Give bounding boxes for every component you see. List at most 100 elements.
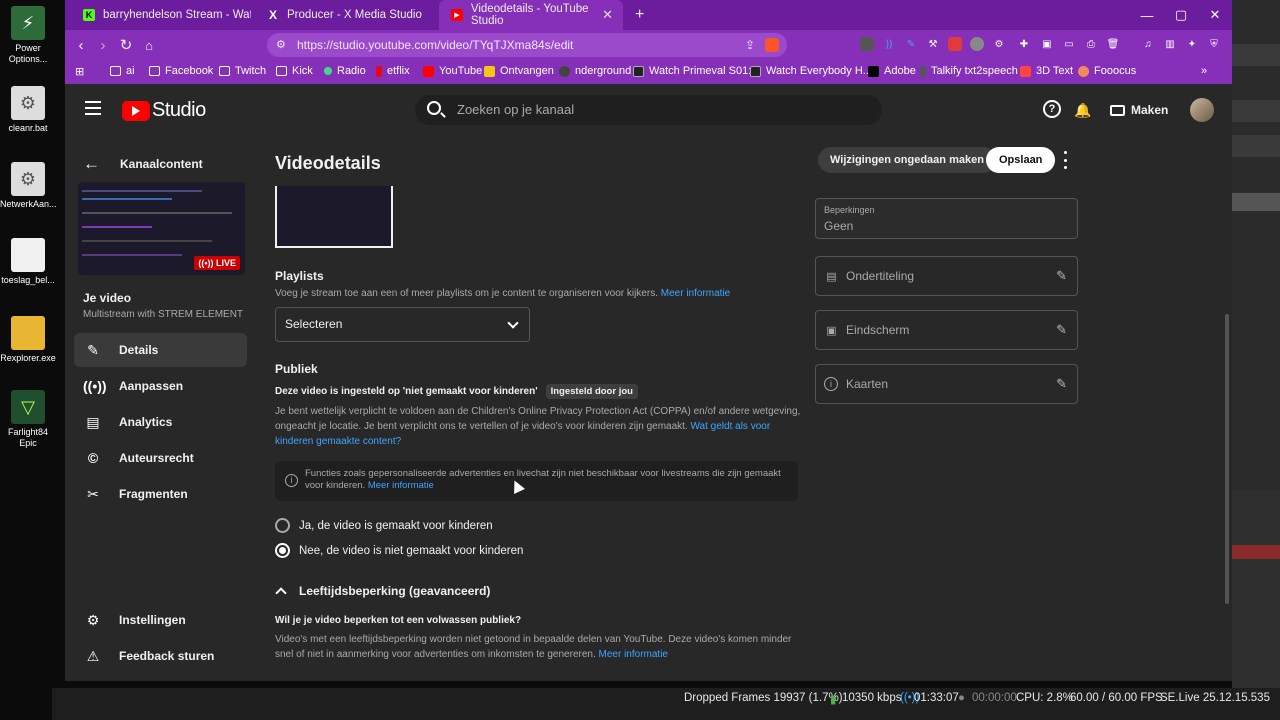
background-window-strip bbox=[1232, 193, 1280, 211]
share-icon[interactable]: ⇪ bbox=[745, 33, 755, 57]
undo-changes-button[interactable]: Wijzigingen ongedaan maken bbox=[818, 147, 996, 173]
bookmark-everybody[interactable]: Watch Everybody H... bbox=[750, 65, 872, 77]
studio-logo[interactable]: Studio bbox=[122, 99, 206, 122]
bookmark-netflix[interactable]: etflix bbox=[376, 65, 410, 77]
avatar[interactable] bbox=[1190, 98, 1214, 122]
sidebar-item-feedback[interactable]: ⚠ Feedback sturen bbox=[74, 639, 247, 673]
notice-learn-more-link[interactable]: Meer informatie bbox=[368, 480, 434, 491]
bookmark-facebook[interactable]: Facebook bbox=[149, 65, 213, 77]
shield-icon[interactable]: ⛨ bbox=[1207, 37, 1221, 51]
puzzle-icon[interactable]: ✚ bbox=[1017, 37, 1031, 51]
desktop-icon-power-options[interactable]: ⚡ Power Options... bbox=[0, 6, 56, 65]
extension-icon[interactable]: ✎ bbox=[904, 37, 918, 51]
radio-made-for-kids-yes[interactable]: Ja, de video is gemaakt voor kinderen bbox=[275, 518, 493, 533]
music-icon[interactable]: ♫ bbox=[1141, 37, 1155, 51]
bookmark-fooocus[interactable]: Fooocus bbox=[1078, 65, 1136, 77]
menu-icon[interactable] bbox=[85, 101, 101, 115]
farlight-icon: ▽ bbox=[11, 390, 45, 424]
screenshot-icon[interactable]: ▣ bbox=[1040, 37, 1054, 51]
sidebar-item-clips[interactable]: ✂ Fragmenten bbox=[74, 477, 247, 511]
delete-icon[interactable]: 🗑 bbox=[1106, 37, 1120, 51]
extension-icon[interactable] bbox=[948, 37, 962, 51]
subtitles-field[interactable]: ▤ Ondertiteling ✎ bbox=[815, 256, 1078, 296]
age-learn-more-link[interactable]: Meer informatie bbox=[599, 649, 668, 660]
site-settings-icon[interactable]: ⚙ bbox=[276, 33, 286, 57]
reload-icon[interactable]: ↻ bbox=[116, 35, 136, 55]
3d-text-icon bbox=[1020, 65, 1031, 77]
bookmark-ai[interactable]: ai bbox=[110, 65, 135, 77]
pencil-icon[interactable]: ✎ bbox=[1056, 322, 1067, 338]
audience-heading: Publiek bbox=[275, 362, 318, 376]
forward-icon[interactable]: › bbox=[93, 35, 113, 55]
extension-icon[interactable]: )) bbox=[882, 37, 896, 51]
scrollbar[interactable] bbox=[1225, 314, 1229, 604]
sidebar-item-analytics[interactable]: ▤ Analytics bbox=[74, 405, 247, 439]
close-button[interactable]: ✕ bbox=[1198, 0, 1232, 30]
sidebar-item-customize[interactable]: ((•)) Aanpassen bbox=[74, 369, 247, 403]
ai-icon[interactable]: ✦ bbox=[1185, 37, 1199, 51]
brave-shield-icon[interactable] bbox=[765, 38, 779, 52]
bookmark-youtube[interactable]: YouTube bbox=[423, 65, 482, 77]
tab-groups-icon[interactable]: ▭ bbox=[1062, 37, 1076, 51]
restrictions-field[interactable]: Beperkingen Geen bbox=[815, 198, 1078, 239]
more-options-icon[interactable] bbox=[1059, 151, 1071, 169]
age-restriction-toggle[interactable]: Leeftijdsbeperking (geavanceerd) bbox=[275, 584, 490, 599]
new-tab-button[interactable]: + bbox=[623, 0, 653, 30]
back-icon[interactable]: ‹ bbox=[71, 35, 91, 55]
bookmark-primeval[interactable]: Watch Primeval S01:... bbox=[633, 65, 760, 77]
create-button[interactable]: Maken bbox=[1110, 98, 1168, 122]
radio-made-for-kids-no[interactable]: Nee, de video is niet gemaakt voor kinde… bbox=[275, 543, 523, 558]
help-icon[interactable]: ? bbox=[1043, 100, 1061, 118]
bookmark-kick[interactable]: Kick bbox=[276, 65, 313, 77]
desktop-icon-farlight[interactable]: ▽ Farlight84 Epic bbox=[0, 390, 56, 449]
more-bookmarks-icon[interactable]: » bbox=[1201, 65, 1207, 77]
kick-icon: K bbox=[83, 9, 95, 21]
bookmark-ontvangen[interactable]: Ontvangen bbox=[484, 65, 554, 77]
sidebar-item-copyright[interactable]: © Auteursrecht bbox=[74, 441, 247, 475]
extension-icon[interactable] bbox=[860, 37, 874, 51]
bookmark-talkify[interactable]: Talkify txt2speech bbox=[920, 65, 1018, 77]
desktop-icon-cleanr[interactable]: ⚙ cleanr.bat bbox=[0, 86, 56, 134]
adobe-icon bbox=[868, 65, 879, 77]
playlist-select[interactable]: Selecteren bbox=[275, 307, 530, 342]
bookmark-3d-text[interactable]: 3D Text bbox=[1020, 65, 1073, 77]
address-bar[interactable]: ⚙ https://studio.youtube.com/video/TYqTJ… bbox=[267, 33, 787, 57]
apps-icon[interactable]: ⊞ bbox=[75, 65, 84, 78]
endscreen-field[interactable]: ▣ Eindscherm ✎ bbox=[815, 310, 1078, 350]
bookmark-label: Radio bbox=[337, 65, 366, 77]
sidebar-item-settings[interactable]: ⚙ Instellingen bbox=[74, 603, 247, 637]
desktop-icon-toeslag[interactable]: toeslag_bel... bbox=[0, 238, 56, 286]
close-tab-icon[interactable]: ✕ bbox=[602, 7, 613, 23]
bell-icon[interactable]: 🔔 bbox=[1073, 100, 1093, 120]
menu-icon[interactable]: ≡ bbox=[1229, 37, 1232, 51]
tab-kick[interactable]: K barryhendelson Stream - Watch Live bbox=[71, 0, 253, 30]
pencil-icon[interactable]: ✎ bbox=[1056, 268, 1067, 284]
extension-icon[interactable] bbox=[970, 37, 984, 51]
extension-icon[interactable]: ⚒ bbox=[926, 37, 940, 51]
folder-icon bbox=[276, 66, 287, 76]
bookmark-adobe[interactable]: Adobe bbox=[868, 65, 916, 77]
bookmark-underground[interactable]: nderground bbox=[559, 65, 631, 77]
back-to-channel-content[interactable]: ← Kanaalcontent bbox=[83, 154, 203, 174]
search-input[interactable]: Zoeken op je kanaal bbox=[415, 95, 882, 125]
tab-videodetails[interactable]: ▶ Videodetails - YouTube Studio ✕ bbox=[439, 0, 623, 30]
print-icon[interactable]: ⎙ bbox=[1084, 37, 1098, 51]
home-icon[interactable]: ⌂ bbox=[139, 35, 159, 55]
video-thumbnail[interactable]: ((•)) LIVE bbox=[78, 182, 245, 275]
desktop-icon-netwerk[interactable]: ⚙ NetwerkAan... bbox=[0, 162, 57, 210]
pencil-icon[interactable]: ✎ bbox=[1056, 376, 1067, 392]
maximize-button[interactable]: ▢ bbox=[1164, 0, 1198, 30]
minimize-button[interactable]: — bbox=[1130, 0, 1164, 30]
tab-x-media[interactable]: X Producer - X Media Studio bbox=[255, 0, 435, 30]
bookmark-twitch[interactable]: Twitch bbox=[219, 65, 266, 77]
thumbnail-preview[interactable] bbox=[275, 186, 393, 248]
sidebar-item-details[interactable]: ✎ Details bbox=[74, 333, 247, 367]
cards-field[interactable]: i Kaarten ✎ bbox=[815, 364, 1078, 404]
sidebar-icon[interactable]: ▥ bbox=[1163, 37, 1177, 51]
extension-icon[interactable]: ⚙ bbox=[992, 37, 1006, 51]
save-button[interactable]: Opslaan bbox=[986, 147, 1056, 173]
playlists-learn-more-link[interactable]: Meer informatie bbox=[661, 288, 730, 299]
gear-icon: ⚙ bbox=[86, 611, 100, 628]
desktop-icon-rexplorer[interactable]: Rexplorer.exe bbox=[0, 316, 56, 364]
bookmark-radio[interactable]: Radio bbox=[324, 65, 366, 77]
